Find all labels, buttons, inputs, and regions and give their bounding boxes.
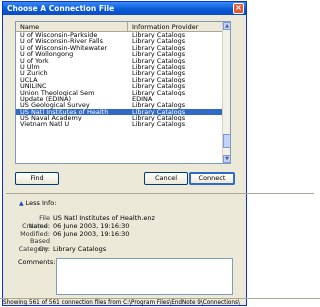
less-info-label: Less Info: (25, 199, 57, 207)
comments-field[interactable] (56, 258, 233, 295)
column-header-name[interactable]: Name (16, 22, 128, 31)
scroll-thumb[interactable] (223, 134, 230, 148)
connect-button[interactable]: Connect (189, 172, 235, 185)
status-bar: Showing 561 of 561 connection files from… (0, 298, 320, 307)
close-icon[interactable]: × (233, 3, 244, 14)
connection-file-list[interactable]: Name Information Provider U of Wisconsin… (15, 21, 231, 164)
column-header-provider[interactable]: Information Provider (128, 22, 230, 31)
divider (6, 193, 314, 194)
list-rows: U of Wisconsin-Parkside Library Catalogs U… (16, 32, 230, 128)
vertical-scrollbar[interactable]: ▲ ▼ (222, 22, 230, 163)
category-value: Library Catalogs (53, 245, 107, 254)
modified-value: 06 June 2003, 19:16:30 (53, 229, 130, 238)
list-item-name: Vietnam Natl U (20, 121, 70, 128)
scroll-up-icon[interactable]: ▲ (223, 22, 230, 30)
window-title: Choose A Connection File (7, 4, 115, 13)
comments-label: Comments: (18, 258, 56, 266)
title-bar: Choose A Connection File × (3, 2, 246, 15)
scroll-down-icon[interactable]: ▼ (223, 155, 230, 163)
list-header: Name Information Provider (16, 22, 230, 32)
list-item[interactable]: Vietnam Natl U Library Catalogs (16, 121, 230, 127)
find-button[interactable]: Find (15, 172, 59, 185)
file-info-panel: File Name: US Natl Institutes of Health.… (18, 214, 233, 254)
category-label: Category: (18, 245, 50, 254)
list-item-provider: Library Catalogs (132, 121, 186, 128)
cancel-button[interactable]: Cancel (144, 172, 188, 185)
less-info-toggle[interactable]: ▲ Less Info: (19, 199, 56, 207)
collapse-arrow-icon[interactable]: ▲ (19, 200, 24, 207)
